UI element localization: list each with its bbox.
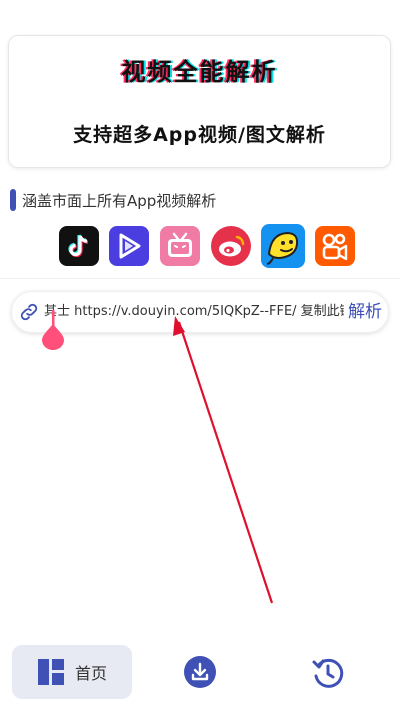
history-icon[interactable] — [311, 656, 345, 690]
url-input[interactable]: 其士 https://v.douyin.com/5IQKpZ--FFE/ 复制此… — [44, 292, 344, 332]
banner-subtitle: 支持超多App视频/图文解析 — [73, 124, 326, 146]
link-icon — [20, 303, 38, 321]
nav-home-label: 首页 — [74, 664, 107, 683]
download-icon[interactable] — [184, 656, 216, 688]
nav-home-tab[interactable]: 首页 — [12, 645, 132, 699]
section-heading: 涵盖市面上所有App视频解析 — [10, 188, 216, 212]
dashboard-icon — [37, 659, 64, 685]
bottom-nav: 首页 — [0, 640, 400, 711]
kuaishou-icon — [315, 226, 355, 266]
banner-title: 视频全能解析 — [121, 58, 278, 86]
parse-button[interactable]: 解析 — [348, 292, 382, 332]
text-cursor-handle[interactable] — [40, 310, 66, 350]
douyin-icon — [59, 226, 99, 266]
pipixia-icon — [261, 224, 305, 268]
section-label: 涵盖市面上所有App视频解析 — [22, 191, 217, 210]
banner-card: 视频全能解析 支持超多App视频/图文解析 — [8, 35, 391, 168]
video-play-icon — [109, 226, 149, 266]
divider — [0, 278, 400, 279]
bilibili-icon — [160, 226, 200, 266]
weibo-icon — [211, 226, 251, 266]
accent-bar — [10, 189, 16, 211]
platform-icon-row — [59, 224, 355, 270]
url-input-bar[interactable]: 其士 https://v.douyin.com/5IQKpZ--FFE/ 复制此… — [11, 291, 389, 333]
